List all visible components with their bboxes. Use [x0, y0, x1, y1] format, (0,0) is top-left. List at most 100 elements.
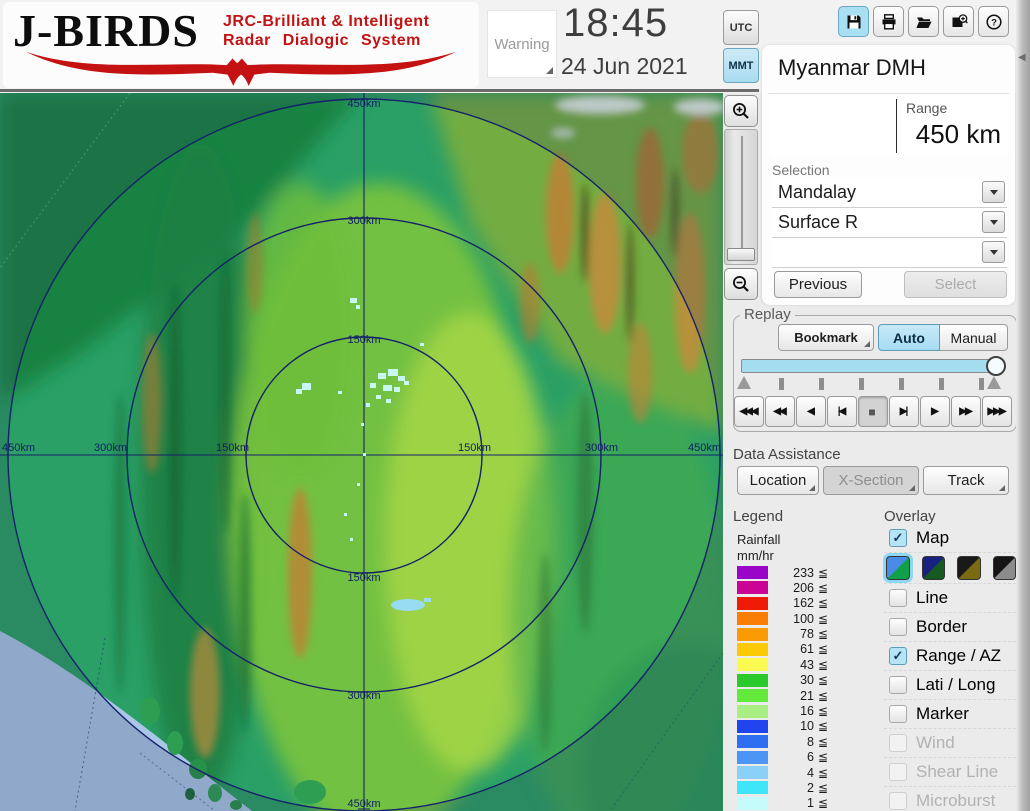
utc-button[interactable]: UTC — [723, 10, 759, 45]
map-checkbox[interactable]: ✓ — [889, 529, 907, 547]
overlay-item-line[interactable]: Line — [884, 584, 1016, 613]
capture-button[interactable] — [943, 6, 974, 37]
rewind-fast-button[interactable]: ◀◀ — [765, 396, 795, 427]
map-style-swatch-2[interactable] — [921, 556, 945, 580]
range-start-handle[interactable] — [737, 376, 751, 389]
map-style-swatch-3[interactable] — [957, 556, 981, 580]
playback-controls: ◀◀◀ ◀◀ ◀ |◀ ■ ▶| ▶ ▶▶ ▶▶▶ — [734, 396, 1012, 427]
step-backward-button[interactable]: |◀ — [827, 396, 857, 427]
overlay-item-microburst: Microburst — [884, 787, 1016, 811]
site-dropdown[interactable]: Mandalay — [772, 178, 1007, 208]
overlay-item-wind: Wind — [884, 729, 1016, 758]
previous-button[interactable]: Previous — [774, 271, 862, 298]
help-button[interactable]: ? — [978, 6, 1009, 37]
overlay-item-range-az[interactable]: ✓ Range / AZ — [884, 642, 1016, 671]
range-end-handle[interactable] — [987, 376, 1001, 389]
marker-checkbox[interactable] — [889, 705, 907, 723]
overlay-item-marker[interactable]: Marker — [884, 700, 1016, 729]
ring-label: 450km — [347, 798, 380, 810]
select-button[interactable]: Select — [904, 271, 1007, 298]
legend-value: 162 — [793, 596, 814, 611]
legend-row: 162 ≦ — [737, 596, 828, 611]
product-dropdown[interactable]: Surface R — [772, 208, 1007, 238]
add-image-icon — [952, 13, 968, 27]
ring-label: 300km — [347, 690, 380, 702]
auto-button[interactable]: Auto — [878, 324, 940, 351]
legend-row: 8 ≦ — [737, 734, 828, 749]
legend-row: 1 ≦ — [737, 796, 828, 811]
legend-value: 206 — [793, 580, 814, 595]
play-backward-button[interactable]: ◀ — [796, 396, 826, 427]
legend-swatch — [737, 627, 768, 641]
chevron-down-icon — [989, 219, 998, 225]
jbirds-logo: J-BIRDS JRC-Brilliant & Intelligent Rada… — [3, 2, 479, 88]
map-style-swatch-1[interactable] — [886, 556, 910, 580]
rewind-fastest-button[interactable]: ◀◀◀ — [734, 396, 764, 427]
ring-label: 450km — [2, 442, 35, 454]
zoom-slider-groove — [741, 136, 743, 258]
range-box: Range 450 km — [770, 95, 1009, 157]
bookmark-button[interactable]: Bookmark — [778, 324, 874, 351]
step-forward-button[interactable]: ▶| — [889, 396, 919, 427]
replay-panel: Replay Bookmark Auto Manual ◀◀◀ ◀◀ ◀ |◀ … — [733, 306, 1017, 432]
svg-text:?: ? — [991, 17, 997, 28]
track-button[interactable]: Track — [923, 466, 1009, 495]
zoom-out-button[interactable] — [724, 268, 758, 300]
option-dropdown[interactable] — [772, 238, 1007, 268]
legend-row: 43 ≦ — [737, 658, 828, 672]
legend-value: 61 — [800, 642, 814, 657]
overlay-item-border[interactable]: Border — [884, 613, 1016, 642]
overlay-item-lati-long[interactable]: Lati / Long — [884, 671, 1016, 700]
clock-time: 18:45 — [563, 1, 669, 45]
open-folder-icon — [915, 17, 932, 28]
selection-label: Selection — [772, 162, 830, 178]
range-az-checkbox[interactable]: ✓ — [889, 647, 907, 665]
site-dropdown-button[interactable] — [982, 181, 1005, 203]
floppy-icon — [847, 15, 860, 28]
legend-row: 2 ≦ — [737, 781, 828, 795]
product-dropdown-value: Surface R — [778, 212, 859, 232]
legend-row: 61 ≦ — [737, 642, 828, 657]
product-dropdown-button[interactable] — [982, 211, 1005, 233]
location-button[interactable]: Location — [737, 466, 819, 495]
replay-slider-thumb[interactable] — [986, 356, 1006, 376]
line-checkbox[interactable] — [889, 589, 907, 607]
legend-swatch — [737, 704, 768, 718]
zoom-in-button[interactable] — [724, 95, 758, 127]
warning-button[interactable]: Warning — [487, 10, 557, 78]
save-button[interactable] — [838, 6, 869, 37]
legend-value: 1 — [807, 796, 814, 811]
mmt-button[interactable]: MMT — [723, 48, 759, 83]
legend-row: 233 ≦ — [737, 566, 828, 580]
wind-checkbox — [889, 734, 907, 752]
panel-collapse-arrow[interactable]: ◀ — [1018, 52, 1026, 63]
forward-fast-button[interactable]: ▶▶ — [951, 396, 981, 427]
eagle-icon — [26, 51, 456, 87]
overlay-item-map[interactable]: ✓ Map — [884, 524, 1016, 553]
forward-fastest-button[interactable]: ▶▶▶ — [982, 396, 1012, 427]
x-section-label: X-Section — [838, 472, 904, 489]
print-button[interactable] — [873, 6, 904, 37]
play-forward-button[interactable]: ▶ — [920, 396, 950, 427]
jbirds-app: J-BIRDS JRC-Brilliant & Intelligent Rada… — [0, 0, 1030, 811]
ring-label: 150km — [347, 572, 380, 584]
slider-tick — [859, 378, 864, 390]
legend-swatch — [737, 612, 768, 626]
replay-slider-track[interactable] — [741, 359, 999, 373]
toolbar: ? — [838, 6, 1009, 37]
zoom-slider-track[interactable] — [724, 129, 758, 265]
legend-value: 8 — [807, 734, 814, 749]
option-dropdown-button[interactable] — [982, 241, 1005, 263]
bookmark-label: Bookmark — [794, 330, 858, 345]
border-checkbox[interactable] — [889, 618, 907, 636]
x-section-button[interactable]: X-Section — [823, 466, 919, 495]
map-style-swatch-4[interactable] — [992, 556, 1016, 580]
lati-long-checkbox[interactable] — [889, 676, 907, 694]
ring-label: 150km — [347, 334, 380, 346]
manual-button[interactable]: Manual — [940, 324, 1008, 351]
open-file-button[interactable] — [908, 6, 939, 37]
corner-fold-icon — [546, 67, 553, 74]
zoom-slider-thumb[interactable] — [727, 248, 755, 261]
radar-map[interactable]: 450km 300km 150km 150km 300km 450km 450k… — [0, 92, 800, 811]
stop-button[interactable]: ■ — [858, 396, 888, 427]
